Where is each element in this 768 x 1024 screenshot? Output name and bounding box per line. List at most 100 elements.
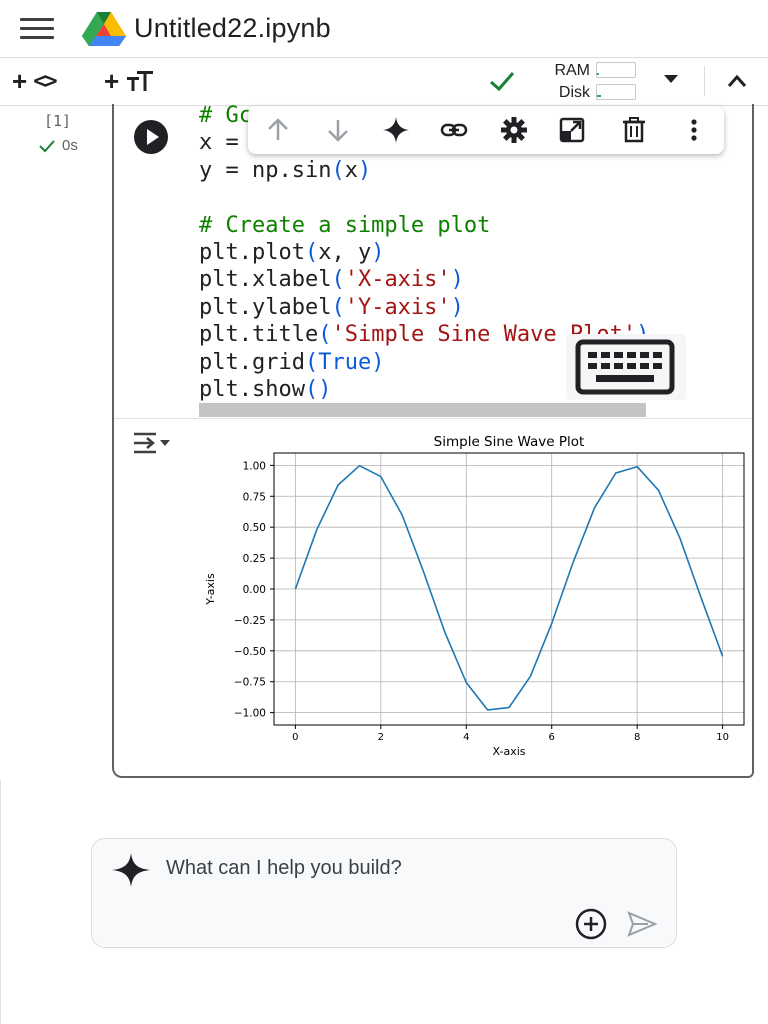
code-token: x, y xyxy=(318,239,372,265)
ram-label: RAM xyxy=(554,62,590,79)
code-token: ( xyxy=(331,294,345,320)
link-icon[interactable] xyxy=(440,116,468,144)
chart-title: Simple Sine Wave Plot xyxy=(434,434,585,450)
code-token: ) xyxy=(371,239,385,265)
resource-labels[interactable]: RAM Disk xyxy=(540,60,590,104)
horizontal-scrollbar[interactable] xyxy=(199,403,646,417)
send-icon[interactable] xyxy=(626,909,658,939)
gemini-spark-icon xyxy=(112,853,150,887)
code-line: plt.xlabel('X-axis') xyxy=(199,266,649,293)
code-token: plt.ylabel xyxy=(199,294,332,320)
code-token: ( xyxy=(304,349,319,375)
x-tick-label: 4 xyxy=(463,732,469,743)
y-axis-label: Y-axis xyxy=(204,573,217,606)
code-token: ( xyxy=(331,267,345,293)
y-tick-label: 0.00 xyxy=(243,584,266,596)
notebook-title[interactable]: Untitled22.ipynb xyxy=(134,13,331,44)
play-icon xyxy=(147,129,159,145)
code-token: True xyxy=(318,349,372,375)
sine-wave-chart: 0 2 4 6 8 10 1.00 0.75 0.50 0.25 0.00 −0.25 −0.50 −0.… xyxy=(204,434,745,758)
y-tick-label: −1.00 xyxy=(234,708,266,720)
code-token: # Gc xyxy=(199,103,252,128)
code-token: y = np.sin xyxy=(199,157,332,183)
code-token: ( xyxy=(331,157,345,183)
code-token: ( xyxy=(304,239,319,265)
more-options-icon[interactable] xyxy=(680,116,708,144)
output-divider xyxy=(114,418,752,419)
x-axis-label: X-axis xyxy=(493,745,526,758)
app-header: Untitled22.ipynb xyxy=(0,0,768,58)
add-text-cell-button[interactable]: + xyxy=(104,66,155,96)
plus-icon: + xyxy=(12,65,28,96)
y-tick-label: 0.50 xyxy=(243,522,266,534)
colab-notebook: Untitled22.ipynb + <> + RAM Disk [1] 0s … xyxy=(0,0,768,1024)
keyboard-icon[interactable] xyxy=(566,334,686,400)
ram-usage-fill xyxy=(597,73,599,75)
disk-usage-fill xyxy=(597,95,601,97)
execution-count: [1] xyxy=(44,112,72,130)
check-icon xyxy=(39,139,55,152)
code-token: () xyxy=(304,376,332,402)
run-cell-button[interactable] xyxy=(134,120,168,154)
add-code-cell-button[interactable]: + <> xyxy=(12,65,58,96)
code-token: ) xyxy=(450,294,464,320)
plus-icon: + xyxy=(104,65,120,96)
code-token: plt.grid xyxy=(199,349,305,375)
code-token: plt.title xyxy=(199,322,319,348)
gemini-spark-icon[interactable] xyxy=(382,116,410,144)
code-token: 'X-axis' xyxy=(344,267,451,293)
code-token: # Create a simple plot xyxy=(199,212,491,238)
connected-check-icon[interactable] xyxy=(488,68,516,94)
open-in-tab-icon[interactable] xyxy=(558,116,586,144)
code-token: plt.xlabel xyxy=(199,267,332,293)
gemini-chat-box xyxy=(91,838,677,948)
y-tick-label: 0.25 xyxy=(243,553,266,565)
x-tick-label: 8 xyxy=(634,732,640,743)
gear-icon[interactable] xyxy=(500,116,528,144)
disk-label: Disk xyxy=(558,84,590,101)
code-token: x xyxy=(344,157,358,183)
y-tick-label: −0.50 xyxy=(234,646,266,658)
page-edge xyxy=(0,780,1,1024)
toolbar-divider xyxy=(704,66,705,96)
code-token: ( xyxy=(318,322,332,348)
code-line: plt.ylabel('Y-axis') xyxy=(199,294,649,321)
ram-usage-bar[interactable] xyxy=(596,62,636,78)
notebook-toolbar: + <> + RAM Disk xyxy=(0,58,768,106)
chevron-up-icon[interactable] xyxy=(726,72,748,90)
execution-time: 0s xyxy=(62,137,78,154)
delete-icon[interactable] xyxy=(620,116,648,144)
x-tick-label: 2 xyxy=(378,732,384,743)
x-tick-label: 6 xyxy=(549,732,555,743)
output-actions-icon[interactable] xyxy=(130,430,174,456)
cell-toolbar xyxy=(248,106,724,154)
add-circle-icon[interactable] xyxy=(574,907,608,941)
move-cell-down-icon[interactable] xyxy=(324,116,352,144)
y-tick-label: 0.75 xyxy=(243,491,266,503)
code-token: plt.plot xyxy=(199,239,305,265)
runtime-dropdown-icon[interactable] xyxy=(664,75,678,83)
code-line: plt.plot(x, y) xyxy=(199,239,649,266)
move-cell-up-icon[interactable] xyxy=(264,116,292,144)
x-tick-label: 10 xyxy=(716,732,729,743)
code-token: 'Y-axis' xyxy=(344,294,451,320)
code-token: ) xyxy=(357,157,372,183)
code-line: # Create a simple plot xyxy=(199,212,649,239)
chat-input[interactable] xyxy=(166,853,646,883)
code-brackets-icon: <> xyxy=(33,68,57,94)
disk-usage-bar[interactable] xyxy=(596,84,636,100)
y-tick-label: −0.75 xyxy=(234,677,266,689)
y-tick-label: 1.00 xyxy=(243,460,266,472)
code-token: plt.show xyxy=(199,376,305,402)
code-token: ) xyxy=(450,267,464,293)
y-tick-label: −0.25 xyxy=(234,615,266,627)
text-format-icon xyxy=(127,71,154,91)
x-tick-label: 0 xyxy=(292,732,298,743)
code-line: y = np.sin(x) xyxy=(199,157,649,184)
hamburger-menu-icon[interactable] xyxy=(20,18,54,40)
code-token: ) xyxy=(371,349,385,375)
code-token: x = xyxy=(199,130,252,156)
google-drive-logo[interactable] xyxy=(82,12,126,46)
execution-status: 0s xyxy=(38,137,78,154)
